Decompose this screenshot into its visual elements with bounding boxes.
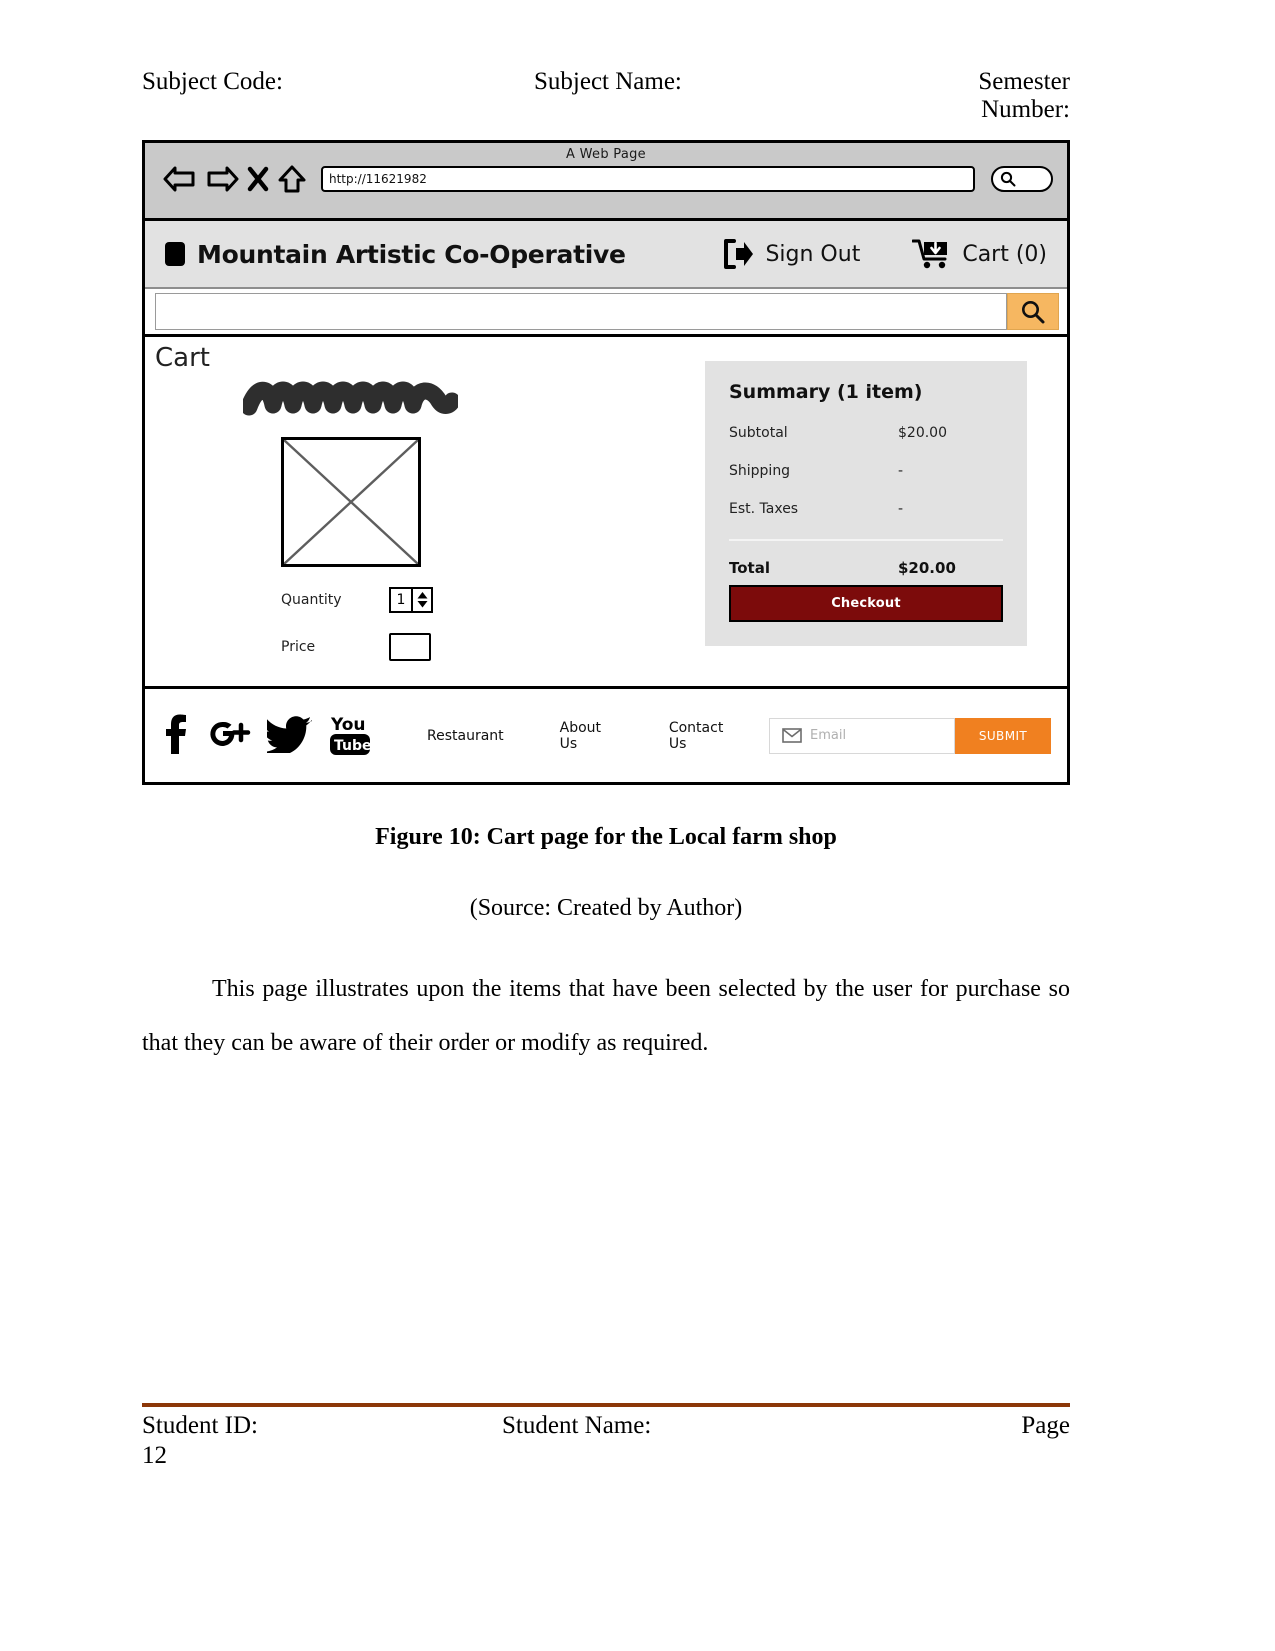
quantity-arrows[interactable] [411, 589, 431, 611]
back-arrow-icon[interactable] [163, 164, 197, 194]
site-footer: You Tube Restaurant About Us Contact Us … [145, 686, 1067, 782]
shipping-label: Shipping [729, 463, 791, 479]
site-header: Mountain Artistic Co-Operative Sign Out [145, 221, 1067, 289]
twitter-icon[interactable] [262, 715, 313, 757]
figure-caption: Figure 10: Cart page for the Local farm … [375, 824, 837, 850]
social-links: You Tube [161, 711, 373, 761]
summary-title: Summary (1 item) [729, 381, 923, 403]
quantity-row: Quantity 1 [281, 587, 573, 613]
sign-out-button[interactable]: Sign Out [721, 238, 860, 270]
search-button[interactable] [1007, 293, 1059, 330]
order-summary-panel: Summary (1 item) Subtotal $20.00 Shippin… [705, 361, 1027, 646]
envelope-icon [782, 728, 802, 743]
summary-row-shipping: Shipping - [729, 463, 1003, 479]
summary-row-taxes: Est. Taxes - [729, 501, 1003, 517]
price-label: Price [281, 639, 316, 655]
sign-out-label: Sign Out [765, 241, 861, 267]
cart-label: Cart (0) [962, 241, 1047, 267]
quantity-stepper[interactable]: 1 [389, 587, 433, 613]
subject-name-label: Subject Name: [534, 68, 682, 95]
chevron-up-icon [417, 592, 427, 599]
brand-name: Mountain Artistic Co-Operative [197, 239, 626, 269]
footer-link-about-us[interactable]: About Us [560, 720, 613, 752]
page-footer: Student ID: Student Name: Page 12 [142, 1412, 1070, 1470]
shopping-cart-icon [912, 239, 948, 269]
scribble-placeholder [240, 381, 461, 416]
footer-link-restaurant[interactable]: Restaurant [427, 728, 504, 744]
taxes-value: - [898, 501, 904, 517]
square-logo-icon [165, 242, 185, 266]
price-row: Price [281, 633, 573, 661]
footer-link-contact-us[interactable]: Contact Us [669, 720, 733, 752]
forward-arrow-icon[interactable] [205, 164, 239, 194]
url-input[interactable]: http://11621982 [321, 166, 975, 192]
semester-number-label: Semester Number: [978, 68, 1070, 123]
cart-button[interactable]: Cart (0) [912, 238, 1047, 270]
student-name-label: Student Name: [502, 1412, 652, 1439]
search-input[interactable] [155, 293, 1007, 330]
submit-button[interactable]: SUBMIT [955, 717, 1051, 754]
figure-source: (Source: Created by Author) [469, 895, 743, 921]
google-plus-icon[interactable] [205, 715, 253, 757]
sign-out-icon [724, 239, 754, 269]
price-input[interactable] [389, 633, 431, 661]
student-id-label: Student ID: [142, 1412, 258, 1439]
brand[interactable]: Mountain Artistic Co-Operative [165, 240, 626, 269]
summary-row-total: Total $20.00 [729, 559, 1003, 577]
email-input[interactable]: Email [769, 717, 955, 754]
browser-chrome: A Web Page http://11621982 [145, 143, 1067, 221]
image-placeholder-x [281, 437, 421, 567]
search-icon [1022, 300, 1045, 323]
quantity-value[interactable]: 1 [391, 589, 411, 611]
facebook-icon[interactable] [161, 714, 191, 758]
youtube-icon[interactable]: You Tube [327, 711, 373, 761]
magnifier-icon [1000, 171, 1016, 187]
newsletter-form: Email SUBMIT [769, 717, 1051, 754]
summary-divider [729, 539, 1003, 541]
cart-content: Cart Quantity 1 Price Summary (1 item) S… [145, 337, 1067, 699]
taxes-label: Est. Taxes [729, 501, 799, 517]
browser-search-box[interactable] [991, 166, 1053, 192]
body-paragraph: This page illustrates upon the items tha… [142, 976, 1070, 1056]
checkout-button[interactable]: Checkout [729, 585, 1003, 622]
shipping-value: - [898, 463, 904, 479]
page-title: Cart [155, 343, 210, 373]
wireframe-mockup: A Web Page http://11621982 Mountain Arti… [142, 140, 1070, 785]
document-header: Subject Code: Subject Name: Semester Num… [142, 68, 1070, 124]
subtotal-label: Subtotal [729, 425, 788, 441]
page-number: 12 [142, 1442, 167, 1469]
subtotal-value: $20.00 [898, 425, 947, 441]
footer-links: Restaurant About Us Contact Us [427, 720, 733, 752]
email-placeholder: Email [810, 728, 847, 743]
document-page: Subject Code: Subject Name: Semester Num… [0, 0, 1275, 1651]
browser-window-title: A Web Page [566, 147, 646, 162]
page-label: Page [1021, 1412, 1070, 1439]
cart-item: Quantity 1 Price [240, 379, 573, 661]
summary-row-subtotal: Subtotal $20.00 [729, 425, 1003, 441]
total-value: $20.00 [898, 559, 956, 577]
quantity-label: Quantity [281, 592, 342, 608]
total-label: Total [729, 559, 770, 577]
svg-text:Tube: Tube [334, 738, 372, 754]
page-footer-rule [142, 1403, 1070, 1407]
home-icon[interactable] [277, 164, 307, 194]
subject-code-label: Subject Code: [142, 68, 283, 95]
chevron-down-icon [417, 601, 427, 608]
close-x-icon[interactable] [247, 164, 269, 194]
svg-text:You: You [330, 715, 366, 735]
site-search-bar [145, 289, 1067, 337]
